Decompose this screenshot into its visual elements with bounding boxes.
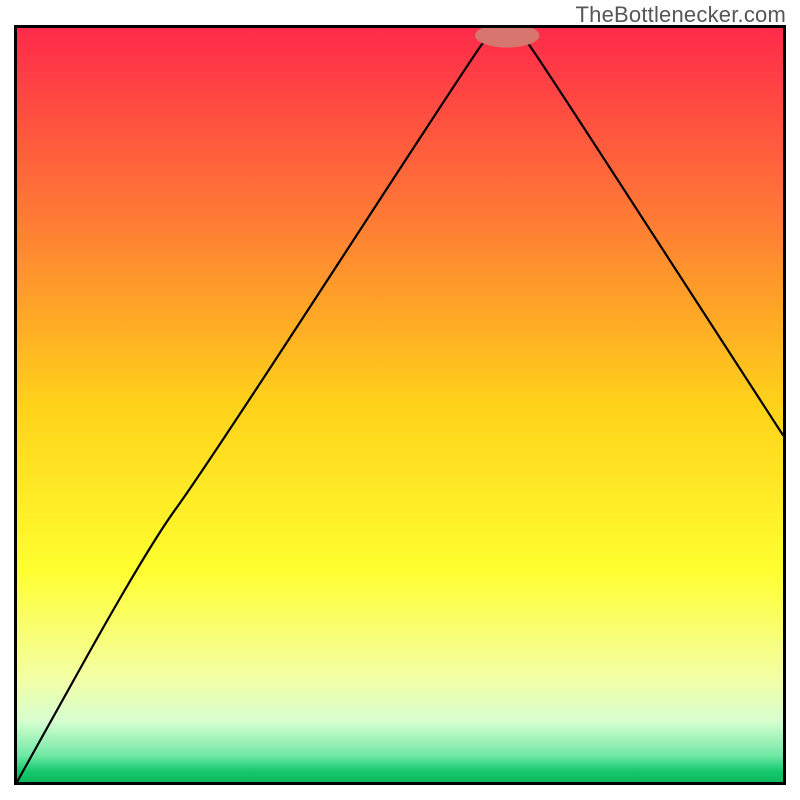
chart-container: TheBottlenecker.com (0, 0, 800, 800)
plot-svg (14, 25, 786, 785)
gradient-background (17, 28, 783, 782)
bottleneck-plot (14, 25, 786, 785)
